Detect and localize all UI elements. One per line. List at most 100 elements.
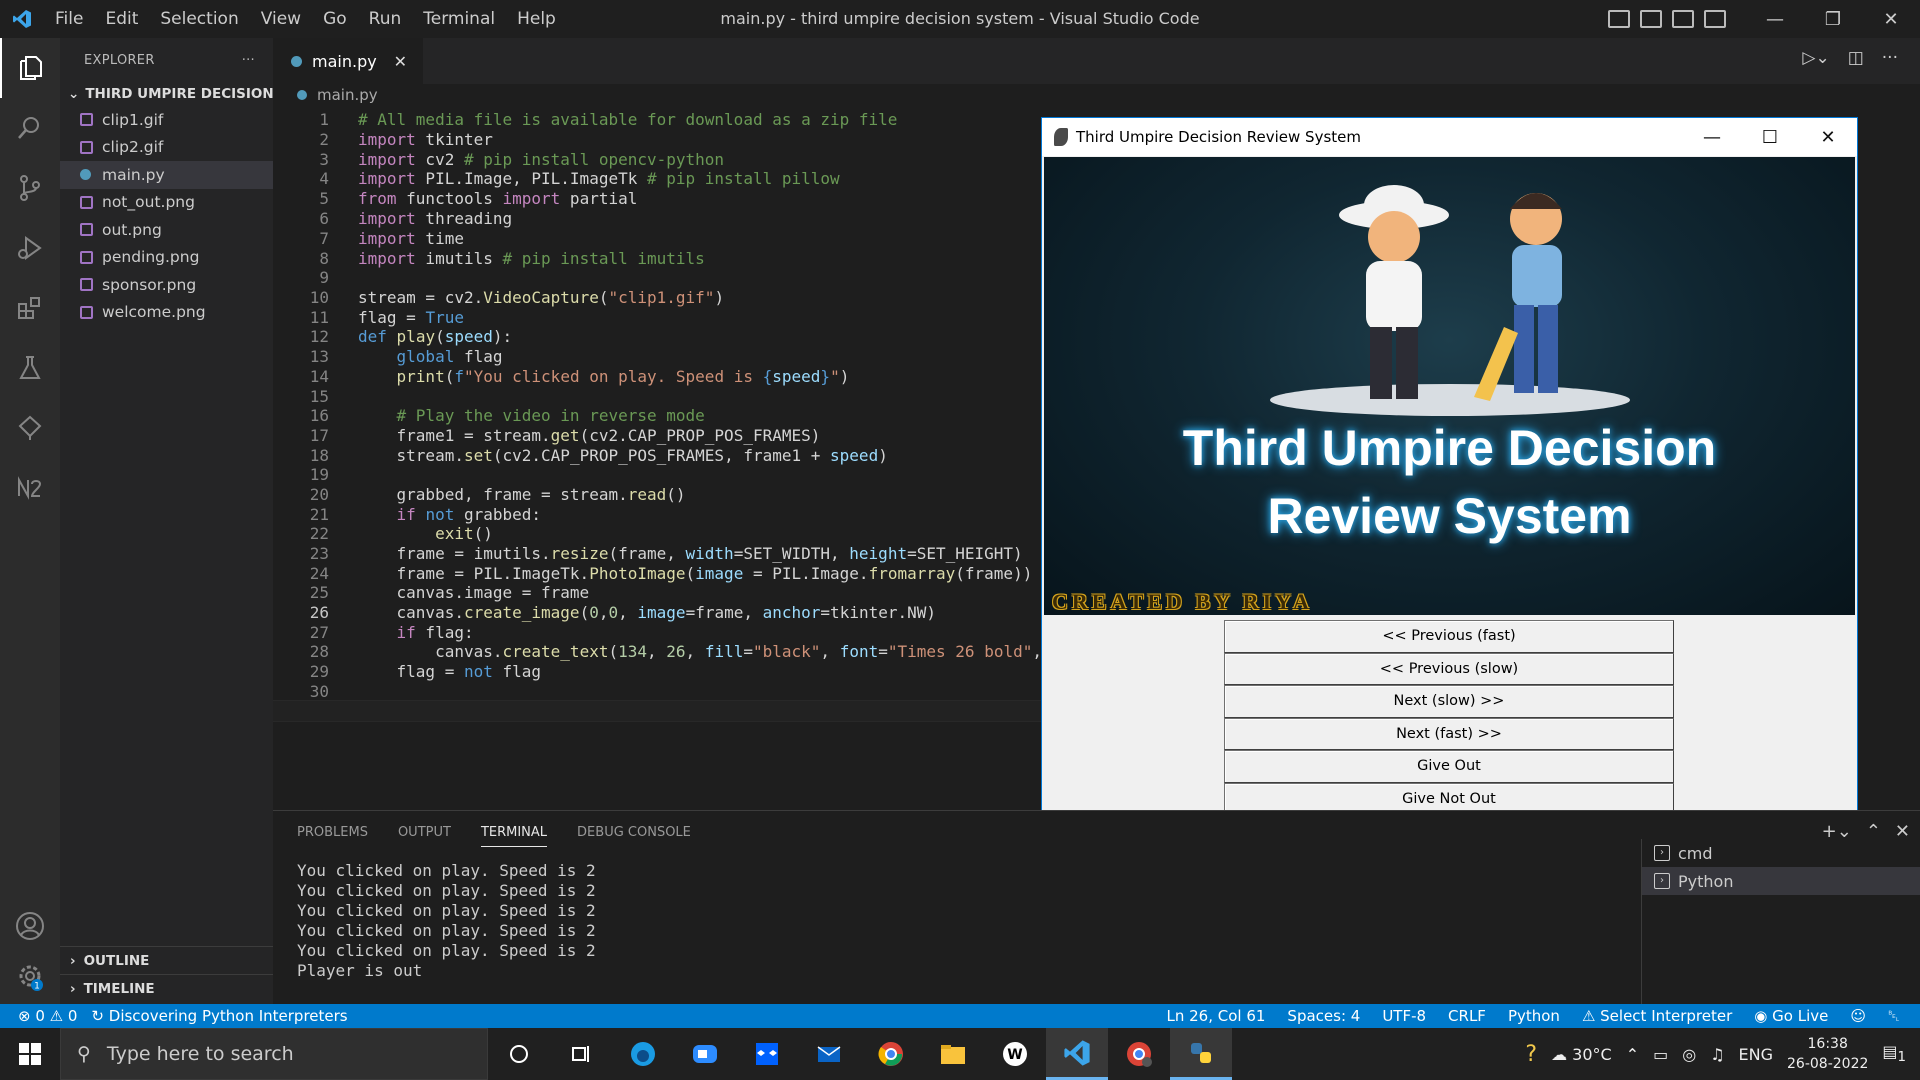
run-debug-icon[interactable] xyxy=(0,218,60,278)
cursor-position[interactable]: Ln 26, Col 61 xyxy=(1166,1007,1265,1025)
problems-status[interactable]: ⊗ 0 ⚠ 0 xyxy=(18,1007,77,1025)
next-fast-button[interactable]: Next (fast) >> xyxy=(1224,717,1674,750)
tab-main-py[interactable]: main.py ✕ xyxy=(273,38,423,84)
file-explorer-icon[interactable] xyxy=(922,1028,984,1080)
toggle-panel-icon[interactable] xyxy=(1640,10,1662,28)
toggle-sidebar-icon[interactable] xyxy=(1608,10,1630,28)
tk-maximize-button[interactable]: ☐ xyxy=(1741,127,1799,148)
file-item[interactable]: not_out.png xyxy=(60,189,273,217)
give-out-button[interactable]: Give Out xyxy=(1224,750,1674,783)
mail-icon[interactable] xyxy=(798,1028,860,1080)
line-number: 6 xyxy=(319,209,329,228)
task-status[interactable]: ↻ Discovering Python Interpreters xyxy=(91,1007,347,1025)
menu-run[interactable]: Run xyxy=(358,0,413,38)
line-number: 27 xyxy=(309,623,329,642)
dropbox-icon[interactable] xyxy=(736,1028,798,1080)
code-editor[interactable]: 1 2 3 4 5 6 7 8 9 10 11 12 13 14 15 16 17 18 19 20 21 22 23 24 2… xyxy=(273,107,1045,810)
weather-cloud-icon[interactable]: ☁ 30°C xyxy=(1551,1045,1612,1064)
select-interpreter[interactable]: ⚠ Select Interpreter xyxy=(1582,1007,1732,1025)
minimize-button[interactable]: — xyxy=(1746,9,1804,30)
menu-file[interactable]: File xyxy=(44,0,94,38)
windows-start-icon[interactable] xyxy=(0,1028,60,1080)
menu-edit[interactable]: Edit xyxy=(94,0,149,38)
split-editor-icon[interactable]: ◫ xyxy=(1848,48,1864,68)
extensions-icon[interactable] xyxy=(0,278,60,338)
terminal-output[interactable]: You clicked on play. Speed is 2 You click… xyxy=(297,861,596,981)
python-file-icon xyxy=(80,169,91,181)
chrome-profile-icon[interactable] xyxy=(1108,1028,1170,1080)
code-line: frame = PIL.ImageTk.PhotoImage(image = P… xyxy=(358,564,1033,583)
file-item[interactable]: welcome.png xyxy=(60,299,273,327)
python-taskbar-icon[interactable] xyxy=(1170,1028,1232,1080)
n2-extension-icon[interactable] xyxy=(0,458,60,518)
search-icon[interactable] xyxy=(0,98,60,158)
line-number: 2 xyxy=(319,130,329,149)
timeline-section[interactable]: › TIMELINE xyxy=(60,974,273,1002)
testing-icon[interactable] xyxy=(0,338,60,398)
line-number: 25 xyxy=(309,583,329,602)
file-item[interactable]: clip1.gif xyxy=(60,106,273,134)
file-item-active[interactable]: main.py xyxy=(60,161,273,189)
customize-layout-icon[interactable] xyxy=(1704,10,1726,28)
tab-terminal[interactable]: TERMINAL xyxy=(480,825,548,847)
terminal-item-cmd[interactable]: › cmd xyxy=(1642,839,1920,867)
menu-selection[interactable]: Selection xyxy=(149,0,249,38)
go-live[interactable]: ◉ Go Live xyxy=(1754,1007,1828,1025)
network-icon[interactable]: ◎ xyxy=(1682,1045,1696,1064)
file-item[interactable]: out.png xyxy=(60,216,273,244)
volume-icon[interactable]: ♫ xyxy=(1710,1045,1724,1064)
more-actions-icon[interactable]: ··· xyxy=(242,53,255,68)
encoding[interactable]: UTF-8 xyxy=(1382,1007,1426,1025)
input-language[interactable]: ENG xyxy=(1739,1045,1773,1064)
vscode-taskbar-icon[interactable] xyxy=(1046,1028,1108,1080)
menu-go[interactable]: Go xyxy=(312,0,358,38)
file-item[interactable]: clip2.gif xyxy=(60,134,273,162)
language-mode[interactable]: Python xyxy=(1508,1007,1560,1025)
tab-output[interactable]: OUTPUT xyxy=(398,825,451,847)
file-item[interactable]: pending.png xyxy=(60,244,273,272)
project-folder[interactable]: ⌄ THIRD UMPIRE DECISION ... xyxy=(60,82,273,106)
next-slow-button[interactable]: Next (slow) >> xyxy=(1224,685,1674,718)
menu-terminal[interactable]: Terminal xyxy=(412,0,506,38)
terminal-item-python[interactable]: › Python xyxy=(1642,867,1920,895)
taskbar-search[interactable]: ⚲ Type here to search xyxy=(60,1028,488,1080)
code-line: canvas.create_image(0,0, image=frame, an… xyxy=(358,603,937,622)
line-ending[interactable]: CRLF xyxy=(1448,1007,1486,1025)
edge-icon[interactable] xyxy=(612,1028,674,1080)
zoom-icon[interactable] xyxy=(674,1028,736,1080)
accounts-status-icon[interactable]: ☺ xyxy=(1850,1007,1866,1025)
restore-button[interactable]: ❐ xyxy=(1804,9,1862,30)
tk-close-button[interactable]: ✕ xyxy=(1799,127,1857,148)
previous-fast-button[interactable]: << Previous (fast) xyxy=(1224,620,1674,653)
outline-section[interactable]: › OUTLINE xyxy=(60,946,273,974)
app-w-icon[interactable]: W xyxy=(984,1028,1046,1080)
action-center-icon[interactable]: ▤1 xyxy=(1882,1042,1906,1065)
clock[interactable]: 16:38 26-08-2022 xyxy=(1787,1034,1868,1074)
close-tab-icon[interactable]: ✕ xyxy=(394,52,407,71)
toggle-secondary-sidebar-icon[interactable] xyxy=(1672,10,1694,28)
indentation[interactable]: Spaces: 4 xyxy=(1287,1007,1360,1025)
close-button[interactable]: ✕ xyxy=(1862,9,1920,30)
system-tray: ? ☁ 30°C ⌃ ▭ ◎ ♫ ENG 16:38 26-08-2022 ▤1 xyxy=(1525,1034,1920,1074)
file-item[interactable]: sponsor.png xyxy=(60,271,273,299)
run-python-icon[interactable]: ▷⌄ xyxy=(1802,48,1829,68)
chrome-icon[interactable] xyxy=(860,1028,922,1080)
previous-slow-button[interactable]: << Previous (slow) xyxy=(1224,652,1674,685)
menu-help[interactable]: Help xyxy=(506,0,567,38)
notifications-bell-icon[interactable]: ␇ xyxy=(1888,1007,1900,1025)
tab-debug-console[interactable]: DEBUG CONSOLE xyxy=(577,825,691,847)
tab-problems[interactable]: PROBLEMS xyxy=(297,825,368,847)
tkinter-window: Third Umpire Decision Review System — ☐ … xyxy=(1041,117,1858,815)
remote-explorer-icon[interactable] xyxy=(0,398,60,458)
tray-chevron-icon[interactable]: ⌃ xyxy=(1626,1045,1639,1064)
explorer-icon[interactable] xyxy=(0,38,60,98)
menu-view[interactable]: View xyxy=(250,0,312,38)
more-actions-icon[interactable]: ··· xyxy=(1882,48,1898,68)
help-icon[interactable]: ? xyxy=(1525,1042,1537,1067)
cortana-icon[interactable] xyxy=(488,1028,550,1080)
source-control-icon[interactable] xyxy=(0,158,60,218)
manage-gear-icon[interactable]: 1 xyxy=(0,946,60,1006)
task-view-icon[interactable] xyxy=(550,1028,612,1080)
tk-minimize-button[interactable]: — xyxy=(1683,127,1741,148)
battery-icon[interactable]: ▭ xyxy=(1653,1045,1668,1064)
